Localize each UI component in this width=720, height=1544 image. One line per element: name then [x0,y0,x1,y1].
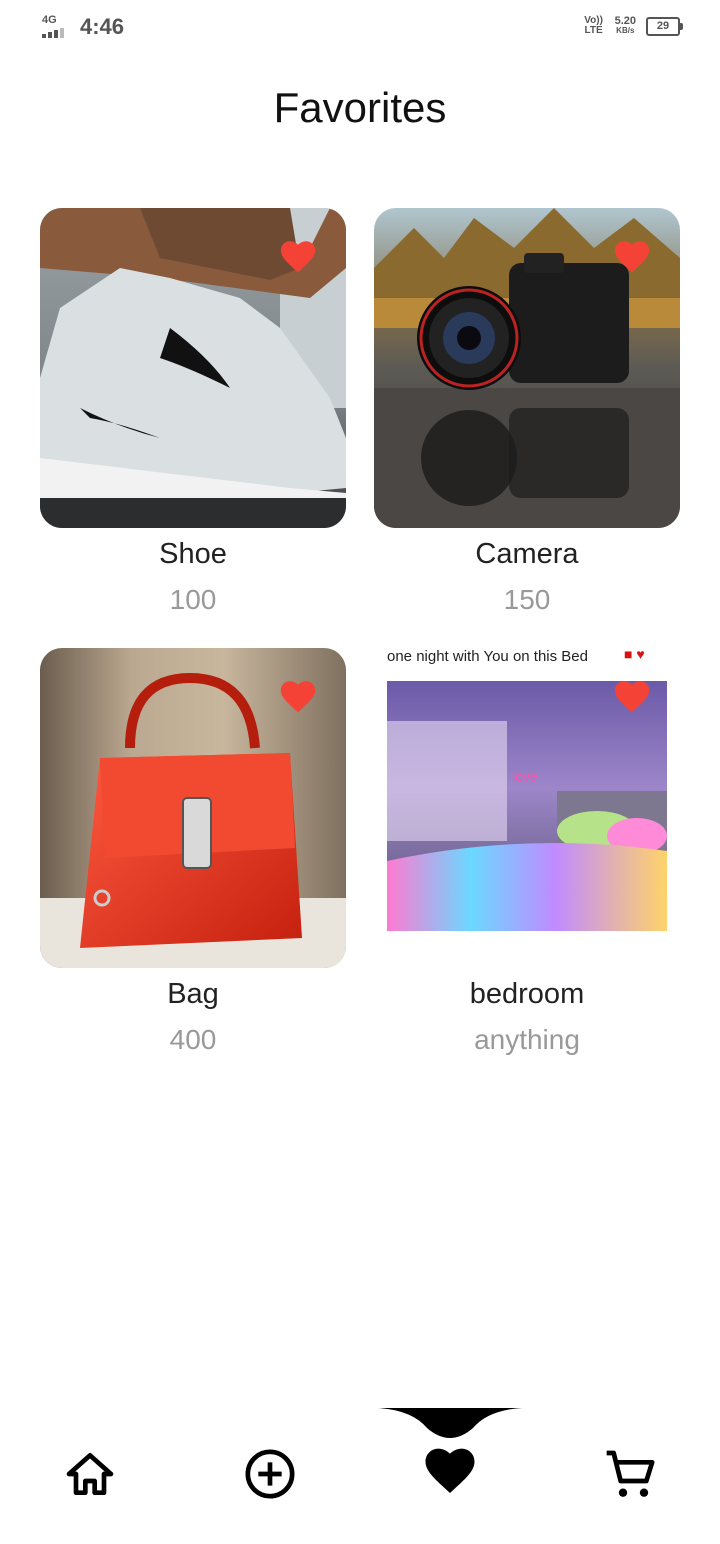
favorite-heart-icon[interactable] [612,238,652,274]
add-circle-icon[interactable] [242,1446,298,1502]
network-type: 4G [42,14,57,26]
item-price: 100 [169,584,217,615]
item-price: 400 [169,1024,217,1055]
item-name: bedroom [469,978,585,1010]
item-price: anything [474,1024,580,1055]
camera-image[interactable] [374,208,680,528]
speed-value: 5.20 [614,15,636,27]
item-name: Bag [167,978,219,1010]
active-tab-indicator [378,1408,522,1438]
bag-image[interactable] [40,648,346,968]
volte-indicator: Vo)) LTE [584,15,603,36]
item-name: Camera [475,538,579,570]
status-bar: 4G 4:46 Vo)) LTE 5.20 KB/s 29 [0,0,720,56]
favorite-card-camera[interactable]: Camera 150 [374,208,680,615]
shoe-image[interactable] [40,208,346,528]
status-right: Vo)) LTE 5.20 KB/s 29 [583,15,683,36]
emoji-decorations: ■ ♥ [624,648,645,662]
svg-text:love: love [512,768,538,784]
cart-icon[interactable] [602,1446,658,1502]
status-left: 4G 4:46 [40,14,124,40]
favorite-heart-icon[interactable] [612,678,652,714]
battery-icon: 29 [646,16,683,36]
favorite-card-bedroom[interactable]: one night with You on this Bed ■ ♥ love … [374,648,680,1055]
clock: 4:46 [80,14,125,39]
heart-icon[interactable] [422,1444,478,1500]
item-price: 150 [503,584,551,615]
network-speed: 5.20 KB/s [615,16,636,36]
signal-icon: 4G [40,14,74,40]
home-icon[interactable] [62,1446,118,1502]
bottom-navigation [0,1400,720,1544]
favorite-card-bag[interactable]: Bag 400 [40,648,346,1055]
favorite-heart-icon[interactable] [278,678,318,714]
favorite-card-shoe[interactable]: Shoe 100 [40,208,346,615]
favorite-heart-icon[interactable] [278,238,318,274]
bedroom-image[interactable]: one night with You on this Bed ■ ♥ love [374,648,680,968]
speed-unit: KB/s [616,26,635,35]
page-title: Favorites [273,84,447,131]
item-name: Shoe [159,538,227,570]
